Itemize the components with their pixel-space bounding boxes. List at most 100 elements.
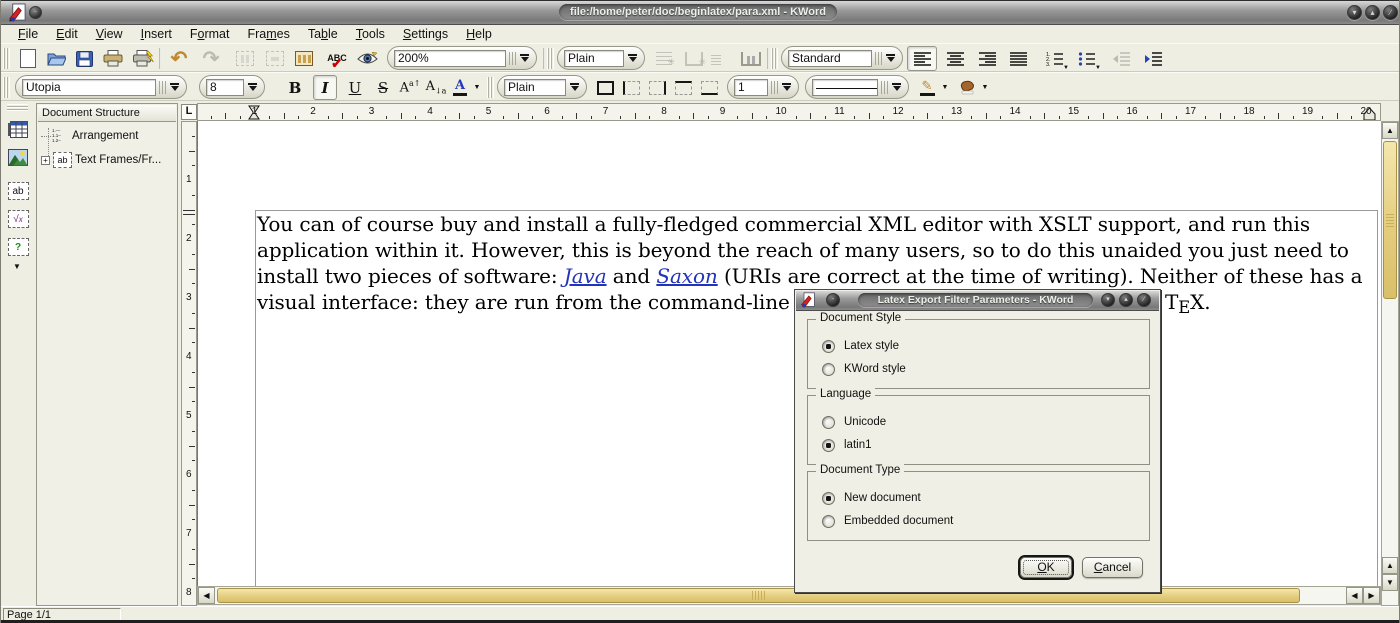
frame-tool-button-1[interactable] <box>231 46 259 71</box>
menu-table[interactable]: Table <box>299 27 347 41</box>
chevron-down-icon[interactable] <box>518 54 531 62</box>
chevron-down-icon[interactable]: ▼ <box>1095 65 1101 71</box>
dialog-maximize-button[interactable]: ▴ <box>1119 293 1133 307</box>
italic-button[interactable]: I <box>313 75 337 100</box>
radio-row-unicode[interactable]: Unicode <box>822 414 886 430</box>
close-button[interactable]: ∕ <box>1383 5 1398 20</box>
align-justify-button[interactable] <box>1004 46 1032 71</box>
paragraph-style-combobox[interactable]: Plain <box>557 46 645 70</box>
insert-endnote-button[interactable]: ✳ <box>681 46 707 71</box>
scroll-left-button[interactable]: ◀ <box>198 587 215 604</box>
tree-item-text-frames[interactable]: + ab Text Frames/Fr... <box>41 152 161 168</box>
scroll-up-button-2[interactable]: ▲ <box>1382 557 1398 574</box>
radio-row-latin1[interactable]: latin1 <box>822 437 872 453</box>
toolbar-handle[interactable] <box>3 77 10 98</box>
dialog-minimize-button[interactable]: ▾ <box>1101 293 1115 307</box>
open-button[interactable] <box>43 46 69 71</box>
align-center-button[interactable] <box>941 46 969 71</box>
tab-type-button[interactable]: L <box>181 104 197 120</box>
scroll-right-button[interactable]: ▶ <box>1363 587 1380 604</box>
font-size-combobox[interactable]: 8 <box>199 75 265 99</box>
document-text-line[interactable]: You can of course buy and install a full… <box>257 211 1381 237</box>
vertical-scrollbar[interactable]: ▲ ▲ ▼ <box>1381 121 1399 606</box>
radio-label[interactable]: Unicode <box>844 416 886 428</box>
chevron-down-icon[interactable] <box>890 83 903 91</box>
sticky-button[interactable]: - <box>29 6 42 19</box>
menu-file[interactable]: File <box>9 27 47 41</box>
subscript-button[interactable]: A↓a <box>423 75 449 100</box>
redo-button[interactable]: ↷ <box>197 46 225 71</box>
chevron-down-icon[interactable] <box>168 83 181 91</box>
tree-expander-icon[interactable]: + <box>41 156 50 165</box>
scroll-left-button-2[interactable]: ◀ <box>1346 587 1363 604</box>
underline-button[interactable]: U <box>343 75 367 100</box>
scroll-up-button[interactable]: ▲ <box>1382 122 1398 139</box>
zoom-combobox[interactable]: 200% <box>387 46 537 70</box>
menu-insert[interactable]: Insert <box>132 27 181 41</box>
dialog-title-bar[interactable]: - Latex Export Filter Parameters - KWord… <box>796 291 1159 311</box>
align-left-button[interactable] <box>907 46 937 71</box>
bold-button[interactable]: B <box>283 75 307 100</box>
radio-label[interactable]: latin1 <box>844 439 872 451</box>
font-color-button[interactable]: A <box>449 75 471 100</box>
view-button[interactable] <box>353 46 381 71</box>
radio-label[interactable]: New document <box>844 492 921 504</box>
font-color-dropdown[interactable]: ▼ <box>471 75 483 100</box>
radio-embedded-document[interactable] <box>822 515 835 528</box>
chevron-down-icon[interactable] <box>884 54 897 62</box>
toolbar-handle[interactable] <box>547 48 554 69</box>
frame-style-combobox[interactable]: Plain <box>497 75 587 99</box>
radio-latex-style[interactable] <box>822 340 835 353</box>
radio-row-embedded-document[interactable]: Embedded document <box>822 513 953 529</box>
border-left-button[interactable] <box>619 75 643 100</box>
spellcheck-button[interactable]: ABC✔ <box>323 46 351 71</box>
align-right-button[interactable] <box>973 46 1001 71</box>
vertical-scrollbar-thumb[interactable] <box>1383 141 1397 299</box>
ok-button[interactable]: OK <box>1020 557 1072 578</box>
radio-latin1[interactable] <box>822 439 835 452</box>
menu-format[interactable]: Format <box>181 27 239 41</box>
insert-contents-button[interactable] <box>707 46 725 71</box>
menu-tools[interactable]: Tools <box>347 27 394 41</box>
dialog-sticky-button[interactable]: - <box>826 293 840 307</box>
menu-help[interactable]: Help <box>457 27 501 41</box>
border-top-button[interactable] <box>671 75 695 100</box>
radio-row-latex-style[interactable]: Latex style <box>822 338 899 354</box>
radio-label[interactable]: Embedded document <box>844 515 953 527</box>
pen-color-button[interactable]: ✎ <box>915 75 939 100</box>
font-family-combobox[interactable]: Utopia <box>15 75 187 99</box>
border-right-button[interactable] <box>645 75 669 100</box>
cancel-button[interactable]: Cancel <box>1082 557 1143 578</box>
radio-new-document[interactable] <box>822 492 835 505</box>
dialog-title[interactable]: Latex Export Filter Parameters - KWord <box>858 293 1093 307</box>
chevron-down-icon[interactable] <box>568 83 581 91</box>
insert-text-frame-button[interactable]: ab <box>5 178 31 204</box>
document-canvas[interactable]: You can of course buy and install a full… <box>197 121 1381 586</box>
menu-settings[interactable]: Settings <box>394 27 457 41</box>
radio-label[interactable]: KWord style <box>844 363 906 375</box>
fill-color-dropdown[interactable]: ▼ <box>979 75 991 100</box>
insert-formula-button[interactable]: √x <box>5 206 31 232</box>
border-bottom-button[interactable] <box>697 75 721 100</box>
chevron-down-icon[interactable]: ▼ <box>1063 65 1069 71</box>
superscript-button[interactable]: Aa↑ <box>397 75 423 100</box>
java-link[interactable]: Java <box>564 264 607 288</box>
horizontal-ruler[interactable]: 1234567891011121314151617181920 <box>197 103 1381 121</box>
bullet-list-button[interactable]: ▼ <box>1073 46 1101 71</box>
window-title[interactable]: file:/home/peter/doc/beginlatex/para.xml… <box>559 4 837 20</box>
insert-footnote-button[interactable]: ✳ <box>651 46 677 71</box>
new-document-button[interactable] <box>15 46 41 71</box>
radio-row-kword-style[interactable]: KWord style <box>822 361 906 377</box>
document-text-line[interactable]: application within it. However, this is … <box>257 237 1381 263</box>
strikethrough-button[interactable]: S <box>371 75 395 100</box>
minimize-button[interactable]: ▾ <box>1347 5 1362 20</box>
tex-logo-text[interactable]: TEX. <box>1165 289 1245 317</box>
dialog-close-button[interactable]: ∕ <box>1137 293 1151 307</box>
menu-view[interactable]: View <box>87 27 132 41</box>
print-preview-button[interactable] <box>129 46 157 71</box>
document-text-line[interactable]: install two pieces of software: Java and… <box>257 263 1381 289</box>
border-outline-button[interactable] <box>593 75 617 100</box>
tree-item-arrangement[interactable]: 1.—1.1–1.2– Arrangement <box>41 128 138 144</box>
horizontal-scrollbar[interactable]: ◀ ◀ ▶ <box>197 586 1381 605</box>
chevron-down-icon[interactable] <box>780 83 793 91</box>
